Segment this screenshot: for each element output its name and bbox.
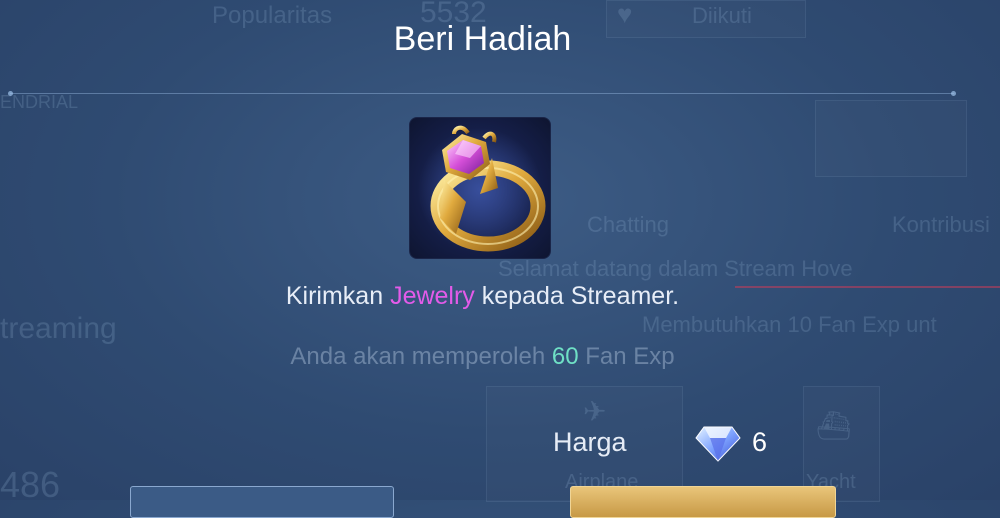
tab-chatting[interactable]: Chatting bbox=[587, 212, 669, 238]
gift-message: Kirimkan Jewelry kepada Streamer. bbox=[0, 282, 965, 311]
message-prefix: Kirimkan bbox=[285, 282, 391, 310]
airplane-icon: ✈ bbox=[583, 396, 607, 427]
divider-dot-right bbox=[951, 91, 956, 96]
gift-slot-yacht[interactable]: ⛴ Yacht bbox=[803, 386, 880, 502]
cancel-button[interactable] bbox=[130, 486, 394, 518]
confirm-button[interactable] bbox=[570, 486, 836, 518]
title-divider bbox=[8, 91, 956, 96]
right-panel bbox=[815, 100, 967, 177]
message-suffix: kepada Streamer. bbox=[474, 282, 680, 310]
fan-exp-suffix: Fan Exp bbox=[578, 343, 675, 370]
yacht-icon: ⛴ bbox=[816, 410, 852, 441]
gift-name: Jewelry bbox=[390, 282, 475, 310]
price-value: 6 bbox=[752, 427, 768, 457]
gift-icon-frame bbox=[409, 117, 551, 259]
dialog-title: Beri Hadiah bbox=[393, 20, 572, 58]
tab-contribution[interactable]: Kontribusi bbox=[892, 212, 990, 238]
divider-dot-left bbox=[8, 91, 13, 96]
welcome-message: Selamat datang dalam Stream Hove bbox=[498, 256, 853, 281]
fan-requirement: Membutuhkan 10 Fan Exp unt bbox=[642, 312, 937, 337]
fan-exp-value: 60 bbox=[551, 343, 579, 370]
price-label: Harga bbox=[553, 427, 627, 457]
fan-exp-text: Anda akan memperoleh 60 Fan Exp bbox=[0, 343, 965, 371]
fan-exp-prefix: Anda akan memperoleh bbox=[290, 343, 552, 370]
diamond-icon bbox=[695, 426, 741, 462]
jewelry-ring-icon bbox=[418, 125, 546, 252]
streaming-label: treaming bbox=[0, 312, 117, 345]
